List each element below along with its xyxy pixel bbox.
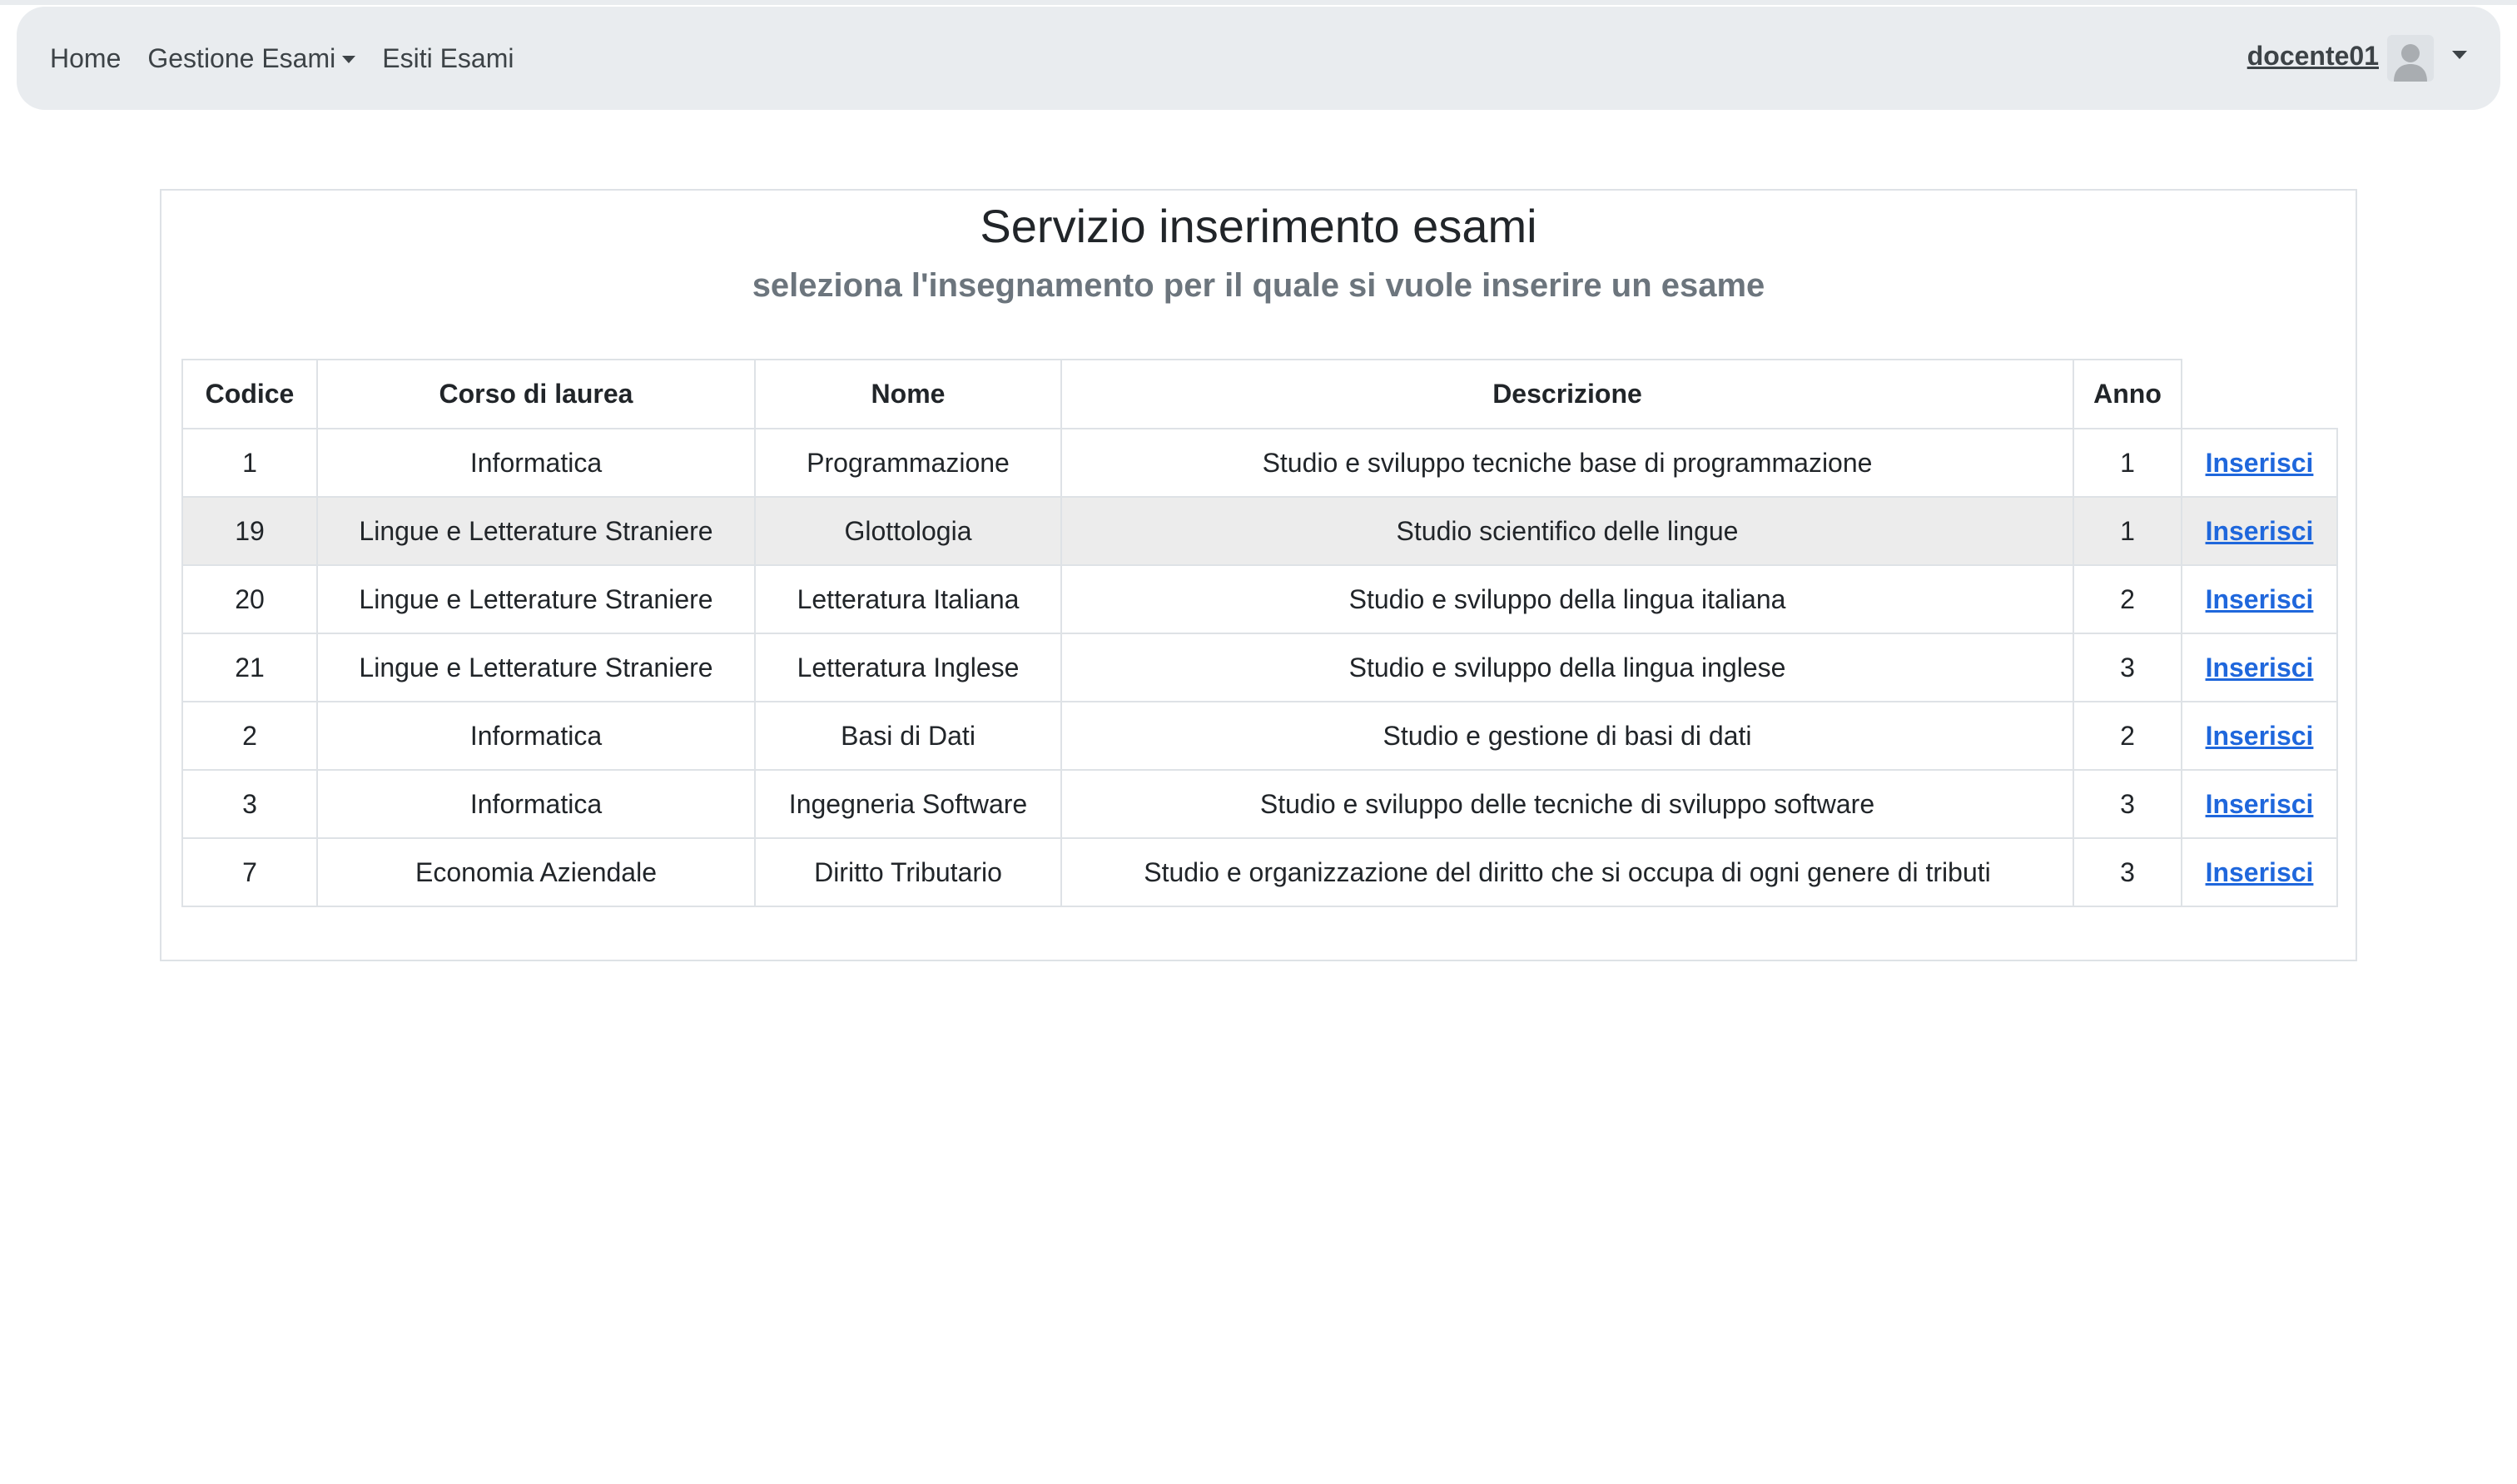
- cell-action: Inserisci: [2181, 701, 2338, 771]
- cell-codice: 1: [181, 428, 318, 498]
- nav-home-link[interactable]: Home: [50, 43, 121, 74]
- cell-anno: 3: [2073, 769, 2182, 839]
- cell-corso: Informatica: [316, 701, 756, 771]
- cell-codice: 2: [181, 701, 318, 771]
- inserisci-link[interactable]: Inserisci: [2206, 448, 2314, 478]
- cell-action: Inserisci: [2181, 496, 2338, 566]
- cell-corso: Informatica: [316, 428, 756, 498]
- header-corso: Corso di laurea: [316, 359, 756, 429]
- cell-nome: Programmazione: [754, 428, 1062, 498]
- cell-nome: Letteratura Italiana: [754, 564, 1062, 634]
- user-menu[interactable]: docente01: [2247, 7, 2467, 110]
- cell-nome: Glottologia: [754, 496, 1062, 566]
- cell-action: Inserisci: [2181, 428, 2338, 498]
- cell-nome: Diritto Tributario: [754, 837, 1062, 907]
- cell-codice: 20: [181, 564, 318, 634]
- table-row: 20 Lingue e Letterature Straniere Letter…: [181, 564, 2338, 634]
- cell-descrizione: Studio e sviluppo della lingua inglese: [1060, 633, 2074, 702]
- cell-anno: 2: [2073, 701, 2182, 771]
- cell-action: Inserisci: [2181, 564, 2338, 634]
- table-row: 7 Economia Aziendale Diritto Tributario …: [181, 837, 2338, 907]
- inserisci-link[interactable]: Inserisci: [2206, 516, 2314, 546]
- table-row: 3 Informatica Ingegneria Software Studio…: [181, 769, 2338, 839]
- cell-nome: Basi di Dati: [754, 701, 1062, 771]
- cell-descrizione: Studio scientifico delle lingue: [1060, 496, 2074, 566]
- cell-action: Inserisci: [2181, 769, 2338, 839]
- nav-esiti-esami-link[interactable]: Esiti Esami: [382, 43, 514, 74]
- cell-action: Inserisci: [2181, 633, 2338, 702]
- page-title: Servizio inserimento esami: [980, 200, 1537, 252]
- header-nome: Nome: [754, 359, 1062, 429]
- cell-corso: Lingue e Letterature Straniere: [316, 633, 756, 702]
- cell-codice: 19: [181, 496, 318, 566]
- cell-corso: Informatica: [316, 769, 756, 839]
- cell-descrizione: Studio e organizzazione del diritto che …: [1060, 837, 2074, 907]
- nav-links: Home Gestione Esami Esiti Esami: [50, 7, 540, 110]
- user-name-link[interactable]: docente01: [2247, 41, 2379, 72]
- cell-anno: 3: [2073, 633, 2182, 702]
- inserisci-link[interactable]: Inserisci: [2206, 584, 2314, 614]
- table-row: 19 Lingue e Letterature Straniere Glotto…: [181, 496, 2338, 566]
- top-border: [0, 0, 2517, 5]
- cell-anno: 1: [2073, 496, 2182, 566]
- cell-anno: 3: [2073, 837, 2182, 907]
- cell-descrizione: Studio e sviluppo delle tecniche di svil…: [1060, 769, 2074, 839]
- cell-corso: Lingue e Letterature Straniere: [316, 564, 756, 634]
- cell-descrizione: Studio e gestione di basi di dati: [1060, 701, 2074, 771]
- inserisci-link[interactable]: Inserisci: [2206, 789, 2314, 819]
- nav-gestione-esami-dropdown[interactable]: Gestione Esami: [147, 42, 356, 74]
- cell-codice: 7: [181, 837, 318, 907]
- header-codice: Codice: [181, 359, 318, 429]
- header-action: [2181, 360, 2337, 429]
- cell-action: Inserisci: [2181, 837, 2338, 907]
- table-header-row: Codice Corso di laurea Nome Descrizione …: [181, 359, 2337, 429]
- user-avatar-icon[interactable]: [2387, 35, 2434, 82]
- cell-nome: Ingegneria Software: [754, 769, 1062, 839]
- cell-descrizione: Studio e sviluppo della lingua italiana: [1060, 564, 2074, 634]
- inserisci-link[interactable]: Inserisci: [2206, 721, 2314, 751]
- cell-codice: 3: [181, 769, 318, 839]
- table-row: 21 Lingue e Letterature Straniere Letter…: [181, 633, 2338, 702]
- inserisci-link[interactable]: Inserisci: [2206, 653, 2314, 682]
- inserisci-link[interactable]: Inserisci: [2206, 857, 2314, 887]
- cell-corso: Economia Aziendale: [316, 837, 756, 907]
- cell-codice: 21: [181, 633, 318, 702]
- cell-anno: 2: [2073, 564, 2182, 634]
- table-row: 1 Informatica Programmazione Studio e sv…: [181, 428, 2338, 498]
- page-subtitle: seleziona l'insegnamento per il quale si…: [752, 267, 1765, 304]
- user-caret-down-icon[interactable]: [2452, 51, 2467, 59]
- header-anno: Anno: [2073, 359, 2182, 429]
- table-row: 2 Informatica Basi di Dati Studio e gest…: [181, 701, 2338, 771]
- exams-table: Codice Corso di laurea Nome Descrizione …: [181, 359, 2338, 907]
- nav-gestione-esami-label: Gestione Esami: [147, 42, 336, 73]
- header-descrizione: Descrizione: [1060, 359, 2074, 429]
- cell-nome: Letteratura Inglese: [754, 633, 1062, 702]
- cell-corso: Lingue e Letterature Straniere: [316, 496, 756, 566]
- cell-anno: 1: [2073, 428, 2182, 498]
- cell-descrizione: Studio e sviluppo tecniche base di progr…: [1060, 428, 2074, 498]
- caret-down-icon: [342, 55, 356, 63]
- navbar: Home Gestione Esami Esiti Esami docente0…: [17, 7, 2500, 110]
